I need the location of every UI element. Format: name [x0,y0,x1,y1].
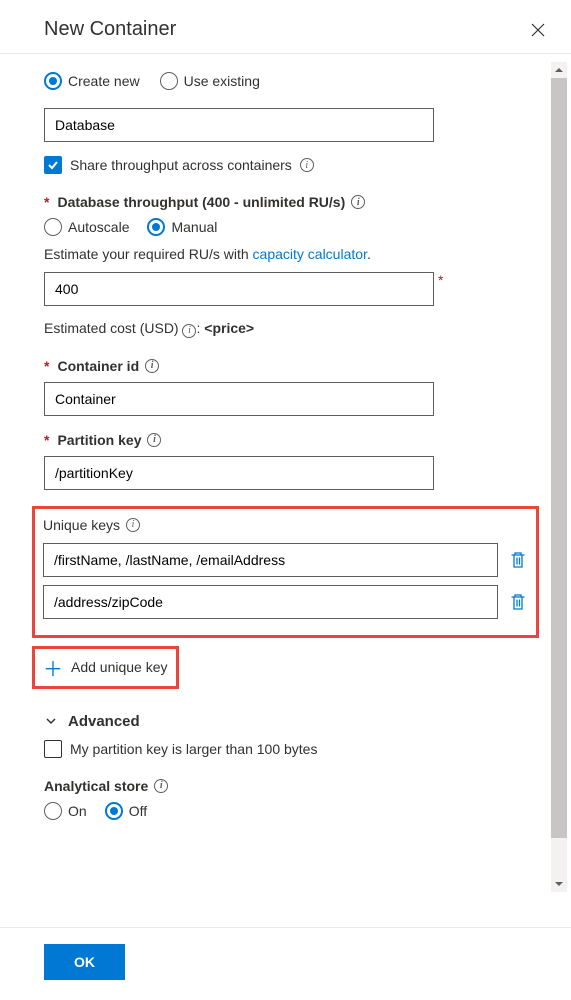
estimated-cost: Estimated cost (USD) i: <price> [44,320,527,338]
add-unique-key-highlight: ＋ Add unique key [32,646,179,689]
analytical-store-label: Analytical store [44,778,148,794]
close-icon [530,22,546,38]
analytical-off-label: Off [129,803,147,819]
info-icon[interactable]: i [182,324,196,338]
estimate-text: Estimate your required RU/s with capacit… [44,246,527,262]
checkmark-icon [47,159,59,171]
add-unique-key-label: Add unique key [71,659,168,675]
info-icon[interactable]: i [126,518,140,532]
new-container-panel: New Container Create new Use existing [0,0,571,1000]
analytical-off-radio[interactable]: Off [105,802,147,820]
share-throughput-label: Share throughput across containers [70,157,292,173]
manual-radio[interactable]: Manual [147,218,217,236]
advanced-toggle[interactable]: Advanced [44,713,527,730]
caret-up-icon [554,65,564,75]
ok-button[interactable]: OK [44,944,125,980]
unique-keys-label: Unique keys [43,517,120,533]
db-mode-create-radio[interactable]: Create new [44,72,140,90]
caret-down-icon [554,879,564,889]
partition-key-label: Partition key [57,432,141,448]
unique-key-row [43,543,528,577]
unique-keys-highlight: Unique keys i [32,506,539,638]
plus-icon: ＋ [43,653,63,682]
panel-footer: OK [0,927,571,1000]
delete-unique-key-button[interactable] [508,592,528,612]
info-icon[interactable]: i [154,779,168,793]
share-throughput-checkbox[interactable] [44,156,62,174]
container-id-input[interactable] [44,382,434,416]
autoscale-radio[interactable]: Autoscale [44,218,129,236]
panel-title: New Container [44,18,176,41]
panel-content: Create new Use existing Share throughput… [0,54,571,904]
delete-unique-key-button[interactable] [508,550,528,570]
info-icon[interactable]: i [145,359,159,373]
db-mode-existing-radio[interactable]: Use existing [160,72,260,90]
throughput-input[interactable] [44,272,434,306]
autoscale-label: Autoscale [68,219,129,235]
scrollbar-thumb[interactable] [551,78,567,838]
unique-key-row [43,585,528,619]
analytical-on-label: On [68,803,87,819]
large-partition-key-label: My partition key is larger than 100 byte… [70,741,317,757]
close-button[interactable] [529,21,547,39]
trash-icon [510,551,526,569]
advanced-title: Advanced [68,713,140,730]
trash-icon [510,593,526,611]
unique-key-input-0[interactable] [43,543,498,577]
container-id-label: Container id [57,358,139,374]
large-partition-key-checkbox[interactable] [44,740,62,758]
db-throughput-label: Database throughput (400 - unlimited RU/… [57,194,345,210]
info-icon[interactable]: i [147,433,161,447]
panel-header: New Container [0,0,571,53]
db-mode-existing-label: Use existing [184,73,260,89]
scrollbar[interactable] [551,62,567,892]
partition-key-input[interactable] [44,456,434,490]
scroll-up-button[interactable] [551,62,567,78]
db-mode-create-label: Create new [68,73,140,89]
info-icon[interactable]: i [351,195,365,209]
manual-label: Manual [171,219,217,235]
unique-key-input-1[interactable] [43,585,498,619]
info-icon[interactable]: i [300,158,314,172]
capacity-calculator-link[interactable]: capacity calculator [253,246,367,262]
analytical-on-radio[interactable]: On [44,802,87,820]
scroll-down-button[interactable] [551,876,567,892]
chevron-down-icon [44,714,58,728]
add-unique-key-button[interactable]: ＋ Add unique key [43,653,168,682]
database-name-input[interactable] [44,108,434,142]
